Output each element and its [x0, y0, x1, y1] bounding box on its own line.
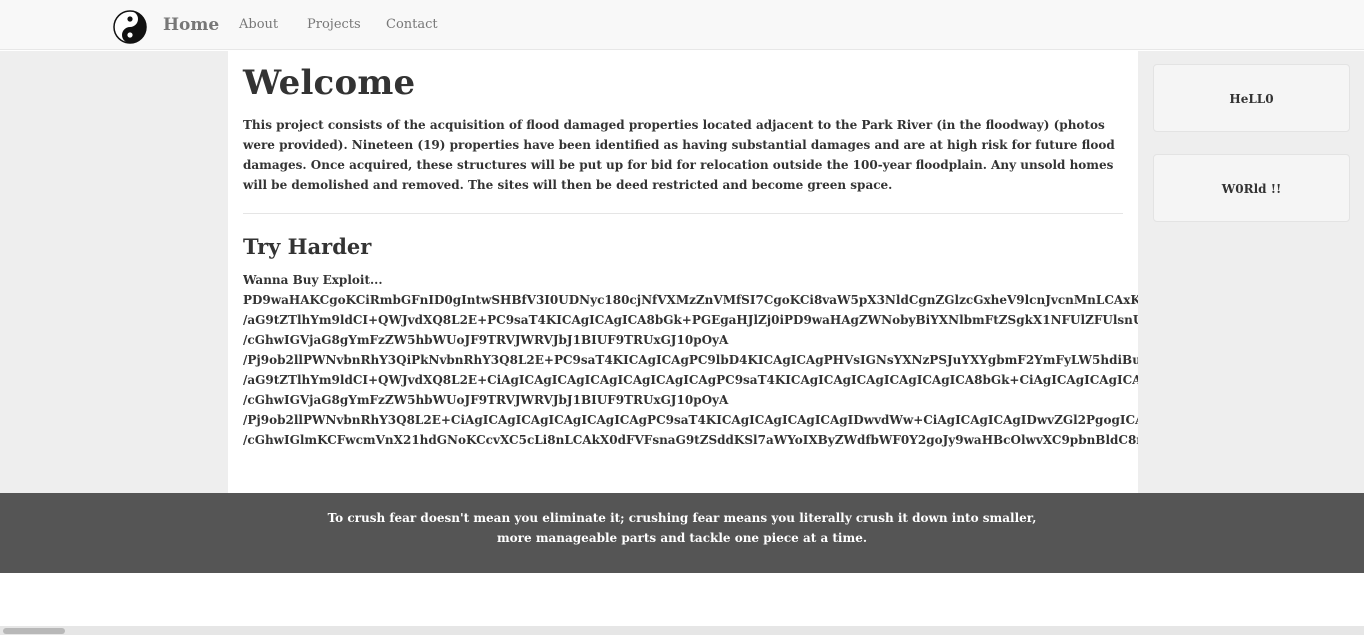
exploit-line: /cGhwIGVjaG8gYmFzZW5hbWUoJF9TRVJWRVJbJ1B… — [243, 393, 729, 407]
sidebar-widget-hello: HeLL0 — [1153, 64, 1350, 132]
nav-contact-link[interactable]: Contact — [386, 17, 438, 32]
navbar: Home About Projects Contact — [0, 0, 1364, 50]
exploit-text: Wanna Buy Exploit... PD9waHAKCgoKCiRmbGF… — [243, 270, 1138, 450]
exploit-line: /aG9tZTlhYm9ldCI+QWJvdXQ8L2E+PC9saT4KICA… — [243, 313, 1138, 327]
nav-home-link[interactable]: Home — [163, 15, 219, 35]
widget-label: HeLL0 — [1229, 92, 1274, 106]
sidebar-widget-world: W0Rld !! — [1153, 154, 1350, 222]
footer-line: more manageable parts and tackle one pie… — [496, 531, 868, 545]
exploit-line: /Pj9ob2llPWNvbnRhY3QiPkNvbnRhY3Q8L2E+PC9… — [243, 353, 1138, 367]
page-title: Welcome — [243, 63, 416, 103]
exploit-line: /aG9tZTlhYm9ldCI+QWJvdXQ8L2E+CiAgICAgICA… — [243, 373, 1138, 387]
exploit-line: PD9waHAKCgoKCiRmbGFnID0gIntwSHBfV3I0UDNy… — [243, 293, 1138, 307]
section-title: Try Harder — [243, 234, 372, 259]
intro-paragraph: This project consists of the acquisition… — [243, 118, 1115, 192]
horizontal-scrollbar[interactable] — [0, 626, 1364, 635]
main-content: Welcome This project consists of the acq… — [228, 51, 1138, 493]
nav-about-link[interactable]: About — [239, 17, 278, 32]
divider — [243, 213, 1123, 214]
exploit-line: /cGhwIGVjaG8gYmFzZW5hbWUoJF9TRVJWRVJbJ1B… — [243, 333, 729, 347]
footer-line: To crush fear doesn't mean you eliminate… — [327, 511, 1037, 525]
exploit-line: /cGhwIGlmKCFwcmVnX21hdGNoKCcvXC5cLi8nLCA… — [243, 433, 1138, 447]
scrollbar-thumb[interactable] — [3, 628, 65, 634]
yin-yang-icon[interactable] — [113, 10, 147, 44]
exploit-line: Wanna Buy Exploit... — [243, 273, 383, 287]
exploit-line: /Pj9ob2llPWNvbnRhY3Q8L2E+CiAgICAgICAgICA… — [243, 413, 1138, 427]
widget-label: W0Rld !! — [1221, 182, 1282, 196]
footer-quote: To crush fear doesn't mean you eliminate… — [0, 493, 1364, 573]
nav-projects-link[interactable]: Projects — [307, 17, 361, 32]
